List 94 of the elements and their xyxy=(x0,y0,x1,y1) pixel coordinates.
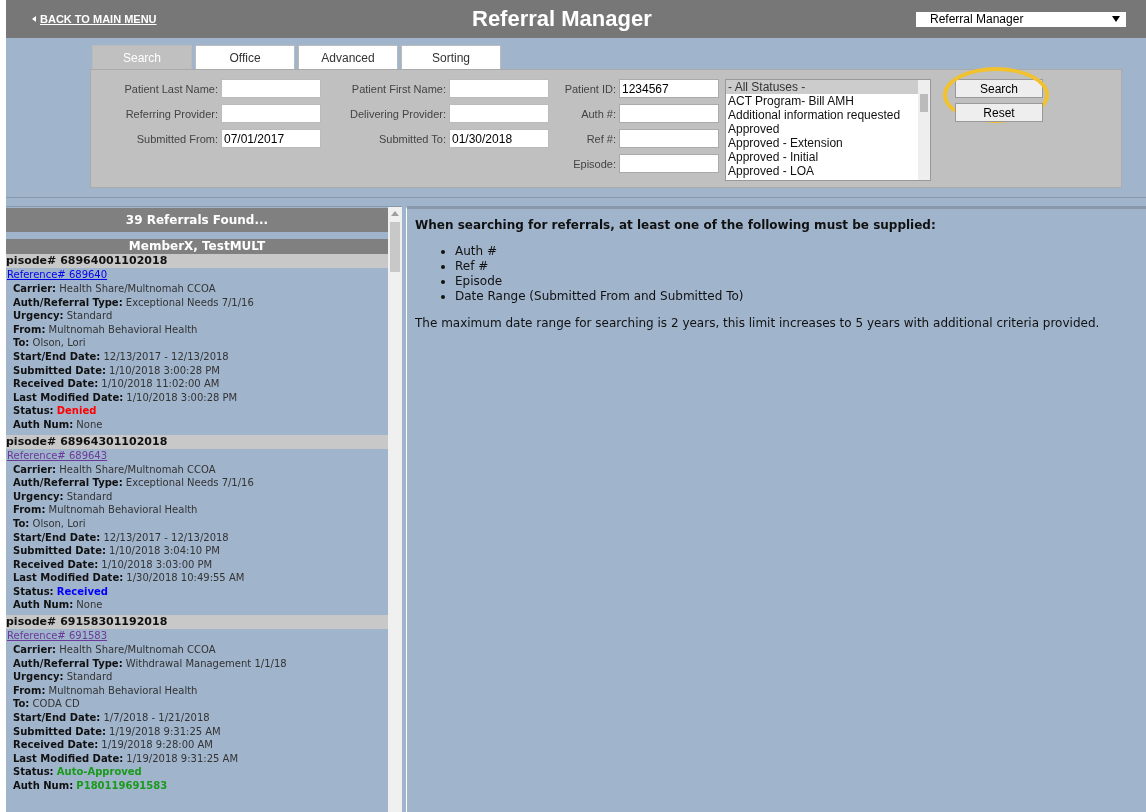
page-title: Referral Manager xyxy=(472,6,653,32)
help-list-item: Auth # xyxy=(455,244,497,259)
input-field[interactable] xyxy=(619,129,719,148)
referral-detail: Start/End Date: 12/13/2017 - 12/13/2018 xyxy=(12,530,230,545)
field-label: Delivering Provider: xyxy=(350,107,446,120)
help-list-item: Episode xyxy=(455,274,503,289)
episode-header: pisode# 68964301102018 xyxy=(6,434,388,449)
referral-detail: Auth/Referral Type: Exceptional Needs 7/1/16 xyxy=(12,476,255,490)
help-note: The maximum date range for searching is 2 years, this limit increases to 5 years with additional criteria provided. xyxy=(415,316,1101,330)
episode-header: pisode# 69158301192018 xyxy=(6,615,388,630)
referral-status: Status: Denied xyxy=(12,404,98,418)
referral-detail: Last Modified Date: 1/19/2018 9:31:25 AM xyxy=(12,751,240,766)
form-button[interactable]: Search xyxy=(955,79,1043,98)
referral-detail: Submitted Date: 1/10/2018 3:04:10 PM xyxy=(12,544,221,558)
help-list-item: Ref # xyxy=(455,259,489,274)
referral-detail: Received Date: 1/19/2018 9:28:00 AM xyxy=(12,738,214,752)
referral-status: Status: Auto-Approved xyxy=(12,765,143,779)
input-field[interactable] xyxy=(221,104,321,123)
referral-detail: Last Modified Date: 1/10/2018 3:00:28 PM xyxy=(12,390,239,405)
field-label: Episode: xyxy=(573,157,616,170)
input-field[interactable]: 07/01/2017 xyxy=(221,129,321,148)
module-dropdown[interactable]: Referral Manager xyxy=(916,11,1126,27)
tab[interactable]: Advanced xyxy=(298,45,398,69)
status-listbox[interactable]: - All Statuses - ACT Program- Bill AMH Additional information requested Approved Approved - Extension Approved - Initial Approved - LOA xyxy=(725,79,931,181)
scrollbar-thumb[interactable] xyxy=(920,94,928,112)
referral-detail: Urgency: Standard xyxy=(12,309,114,323)
scroll-up-icon xyxy=(391,211,399,216)
input-field[interactable]: 01/30/2018 xyxy=(449,129,549,148)
status-option[interactable]: Approved - Initial xyxy=(726,150,918,164)
status-option[interactable]: Approved - LOA xyxy=(726,164,918,178)
bullet-icon xyxy=(441,294,445,299)
dropdown-arrow-icon xyxy=(1112,16,1120,22)
auth-number: Auth Num: None xyxy=(12,598,104,613)
referral-detail: Submitted Date: 1/19/2018 9:31:25 AM xyxy=(12,724,222,739)
referral-detail: Last Modified Date: 1/30/2018 10:49:55 AM xyxy=(12,571,246,585)
auth-number: Auth Num: None xyxy=(12,417,104,432)
episode-header: pisode# 68964001102018 xyxy=(6,254,388,268)
auth-number: Auth Num: P180119691583 xyxy=(12,779,169,793)
referral-detail: To: CODA CD xyxy=(12,697,81,712)
results-count-header: 39 Referrals Found... xyxy=(6,208,388,232)
bullet-icon xyxy=(441,264,445,269)
scrollbar[interactable] xyxy=(918,80,930,180)
reference-link[interactable]: Reference# 689643 xyxy=(7,448,388,463)
status-option[interactable]: ACT Program- Bill AMH xyxy=(726,94,918,108)
scrollbar[interactable] xyxy=(388,207,402,812)
reference-link[interactable]: Reference# 689640 xyxy=(7,268,388,282)
referral-detail: To: Olson, Lori xyxy=(12,516,87,531)
bullet-icon xyxy=(441,279,445,284)
referral-detail: To: Olson, Lori xyxy=(12,336,87,350)
referral-detail: Urgency: Standard xyxy=(12,489,114,504)
referral-detail: Start/End Date: 12/13/2017 - 12/13/2018 xyxy=(12,349,230,364)
scrollbar-thumb[interactable] xyxy=(390,222,400,272)
referral-detail: Received Date: 1/10/2018 11:02:00 AM xyxy=(12,377,221,391)
input-field[interactable] xyxy=(449,104,549,123)
help-heading: When searching for referrals, at least one of the following must be supplied: xyxy=(415,218,937,232)
referral-detail: Auth/Referral Type: Withdrawal Management 1/1/18 xyxy=(12,656,288,671)
help-list-item: Date Range (Submitted From and Submitted To) xyxy=(455,289,744,304)
referral-detail: Carrier: Health Share/Multnomah CCOA xyxy=(12,643,217,657)
reference-link[interactable]: Reference# 691583 xyxy=(7,629,388,644)
referral-detail: Carrier: Health Share/Multnomah CCOA xyxy=(12,462,217,477)
input-field[interactable] xyxy=(449,79,549,98)
referral-detail: Carrier: Health Share/Multnomah CCOA xyxy=(12,282,217,296)
referral-detail: From: Multnomah Behavioral Health xyxy=(12,322,199,337)
member-header: MemberX, TestMULT xyxy=(6,239,388,254)
status-option[interactable]: Approved xyxy=(726,122,918,136)
field-label: Patient Last Name: xyxy=(124,82,218,95)
back-to-main-menu-link[interactable]: BACK TO MAIN MENU xyxy=(32,13,472,25)
referral-detail: Auth/Referral Type: Exceptional Needs 7/1/16 xyxy=(12,295,255,310)
form-button[interactable]: Reset xyxy=(955,103,1043,122)
caret-icon xyxy=(32,16,36,22)
status-option[interactable]: Approved - Extension xyxy=(726,136,918,150)
bullet-icon xyxy=(441,249,445,254)
referral-detail: Received Date: 1/10/2018 3:03:00 PM xyxy=(12,557,214,572)
input-field[interactable] xyxy=(619,104,719,123)
field-label: Ref #: xyxy=(586,132,616,145)
referral-detail: From: Multnomah Behavioral Health xyxy=(12,683,199,698)
status-option[interactable]: - All Statuses - xyxy=(726,80,918,94)
tab[interactable]: Sorting xyxy=(401,45,501,69)
field-label: Submitted To: xyxy=(378,132,446,145)
referral-detail: Start/End Date: 1/7/2018 - 1/21/2018 xyxy=(12,711,211,725)
referral-detail: Submitted Date: 1/10/2018 3:00:28 PM xyxy=(12,363,221,378)
input-field[interactable]: 1234567 xyxy=(619,79,719,98)
input-field[interactable] xyxy=(221,79,321,98)
referral-detail: Urgency: Standard xyxy=(12,670,114,684)
input-field[interactable] xyxy=(619,154,719,173)
field-label: Auth #: xyxy=(581,107,616,120)
status-option[interactable]: Additional information requested xyxy=(726,108,918,122)
field-label: Patient ID: xyxy=(564,82,616,95)
tab[interactable]: Office xyxy=(195,45,295,69)
field-label: Submitted From: xyxy=(136,132,218,145)
referral-detail: From: Multnomah Behavioral Health xyxy=(12,503,199,517)
referral-status: Status: Received xyxy=(12,584,109,599)
field-label: Patient First Name: xyxy=(351,82,446,95)
field-label: Referring Provider: xyxy=(125,107,218,120)
